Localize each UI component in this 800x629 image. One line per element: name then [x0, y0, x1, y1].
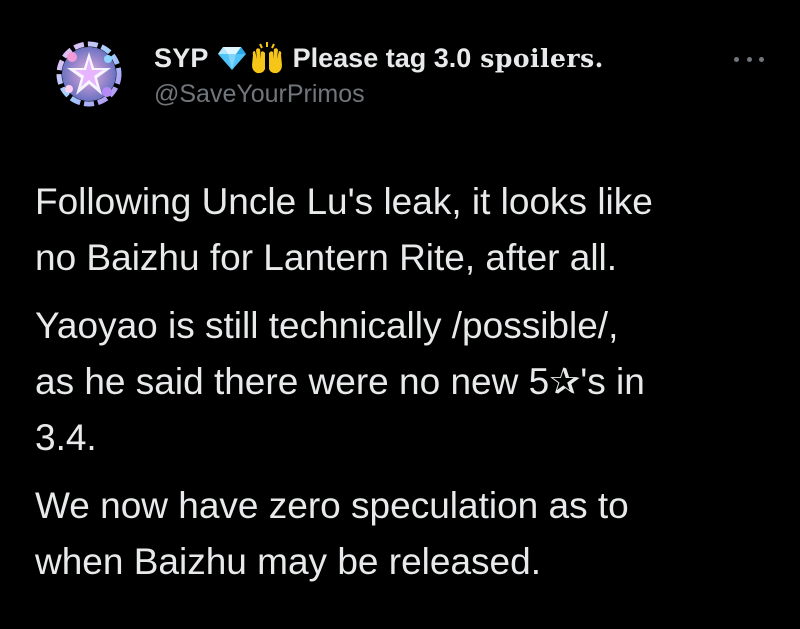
author-name-row[interactable]: SYP Please tag 3.0 𝐬𝐩𝐨𝐢𝐥𝐞𝐫𝐬. [154, 40, 714, 76]
avatar-image [52, 37, 126, 111]
author-name-suffix[interactable]: Please tag 3.0 [293, 43, 472, 74]
tweet[interactable]: SYP Please tag 3.0 𝐬𝐩𝐨𝐢𝐥𝐞𝐫𝐬. @SaveYourPr… [0, 0, 800, 629]
tweet-paragraph: We now have zero speculation as to when … [35, 485, 629, 582]
tweet-paragraph: Following Uncle Lu's leak, it looks like… [35, 181, 653, 278]
more-dots-icon [734, 56, 739, 62]
author-name-fancy[interactable]: 𝐬𝐩𝐨𝐢𝐥𝐞𝐫𝐬. [480, 44, 604, 73]
more-dots-icon [746, 56, 752, 62]
more-options-button[interactable] [734, 52, 764, 66]
more-dots-icon [759, 56, 764, 62]
raising-hands-emoji-icon [249, 41, 285, 75]
gem-emoji-icon [217, 45, 247, 71]
author-display-name[interactable]: SYP [154, 43, 209, 74]
tweet-text: Following Uncle Lu's leak, it looks like… [35, 174, 785, 602]
tweet-header: SYP Please tag 3.0 𝐬𝐩𝐨𝐢𝐥𝐞𝐫𝐬. @SaveYourPr… [154, 40, 714, 109]
avatar[interactable] [52, 37, 126, 111]
author-handle[interactable]: @SaveYourPrimos [154, 80, 714, 109]
tweet-paragraph: Yaoyao is still technically /possible/, … [35, 305, 645, 458]
